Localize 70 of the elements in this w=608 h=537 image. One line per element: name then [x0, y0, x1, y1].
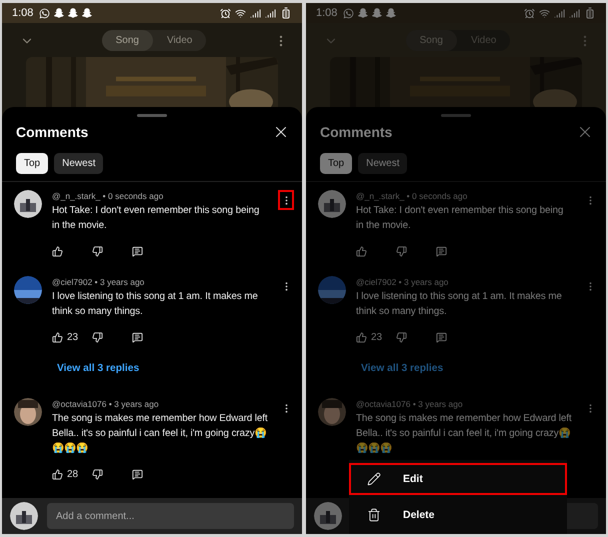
drag-handle[interactable] — [441, 114, 471, 117]
view-replies-link[interactable]: View all 3 replies — [57, 363, 294, 374]
filter-chip[interactable]: Newest — [358, 153, 408, 174]
player-tab[interactable]: Video — [152, 30, 206, 52]
comment-text: I love listening to this song at 1 am. It makes me think so many things. — [52, 290, 259, 319]
player-tab[interactable]: Song — [102, 30, 153, 52]
signal-icon — [265, 8, 276, 18]
battery-icon — [280, 7, 292, 19]
avatar — [14, 276, 42, 304]
trash-icon — [367, 508, 381, 522]
comment-text: Hot Take: I don't even remember this song being in the movie. — [52, 204, 260, 233]
avatar — [318, 398, 346, 426]
like-count: 23 — [371, 332, 382, 342]
like-count: 28 — [67, 468, 78, 480]
sheet-title: Comments — [320, 124, 392, 140]
alarm-icon — [524, 8, 535, 18]
comment-meta: @_n_.stark_ • 0 seconds ago — [52, 191, 164, 201]
signal-icon — [569, 8, 580, 18]
comment-meta: @ciel7902 • 3 years ago — [356, 277, 450, 287]
battery-icon — [584, 7, 596, 19]
dislike-icon[interactable] — [92, 332, 103, 342]
sheet-title: Comments — [16, 124, 88, 140]
like-count: 23 — [67, 332, 78, 342]
comment-meta: @octavia1076 • 3 years ago — [52, 399, 160, 409]
comment-text: The song is makes me remember how Edward left Bella.. it's so painful i can feel it, i'm going crazy😭😭😭😭 — [52, 412, 268, 456]
ghost-icon — [82, 8, 92, 18]
comment-input[interactable]: Add a comment... — [47, 503, 294, 529]
comment-text: I love listening to this song at 1 am. It makes me think so many things. — [356, 290, 563, 319]
alarm-icon — [220, 8, 231, 18]
chat-bubble-icon — [39, 8, 50, 18]
avatar — [318, 190, 346, 218]
comment-meta: @octavia1076 • 3 years ago — [356, 399, 464, 409]
reply-icon[interactable] — [132, 246, 143, 256]
filter-chip[interactable]: Top — [16, 153, 48, 174]
menu-item[interactable]: Edit — [349, 463, 567, 495]
pencil-icon — [367, 472, 381, 486]
comment-meta: @ciel7902 • 3 years ago — [52, 277, 146, 287]
avatar — [14, 190, 42, 218]
signal-icon — [554, 8, 565, 18]
signal-icon — [250, 8, 261, 18]
drag-handle[interactable] — [137, 114, 167, 117]
comment-meta: @_n_.stark_ • 0 seconds ago — [356, 191, 468, 201]
dislike-icon[interactable] — [92, 468, 103, 480]
like-icon[interactable] — [52, 246, 63, 256]
avatar — [318, 276, 346, 304]
status-time: 1:08 — [316, 7, 338, 19]
ghost-icon — [54, 8, 64, 18]
like-icon[interactable] — [52, 332, 63, 342]
comment-text: The song is makes me remember how Edward left Bella.. it's so painful i can feel it, i'm going crazy😭😭😭😭 — [356, 412, 572, 456]
more-button[interactable] — [278, 190, 294, 210]
ghost-icon — [68, 8, 78, 18]
ghost-icon — [372, 8, 382, 18]
like-icon[interactable] — [52, 468, 63, 480]
wifi-icon — [539, 8, 550, 18]
wifi-icon — [235, 8, 246, 18]
ghost-icon — [358, 8, 368, 18]
avatar — [14, 398, 42, 426]
ghost-icon — [386, 8, 396, 18]
dislike-icon[interactable] — [92, 246, 103, 256]
reply-icon[interactable] — [132, 332, 143, 342]
filter-chip[interactable]: Top — [320, 153, 352, 174]
view-replies-link[interactable]: View all 3 replies — [361, 363, 598, 374]
menu-item[interactable]: Delete — [349, 499, 567, 531]
avatar — [10, 502, 38, 530]
filter-chip[interactable]: Newest — [54, 153, 104, 174]
chat-bubble-icon — [343, 8, 354, 18]
avatar — [314, 502, 342, 530]
comment-text: Hot Take: I don't even remember this song being in the movie. — [356, 204, 564, 233]
status-time: 1:08 — [12, 7, 34, 19]
reply-icon[interactable] — [132, 468, 143, 480]
